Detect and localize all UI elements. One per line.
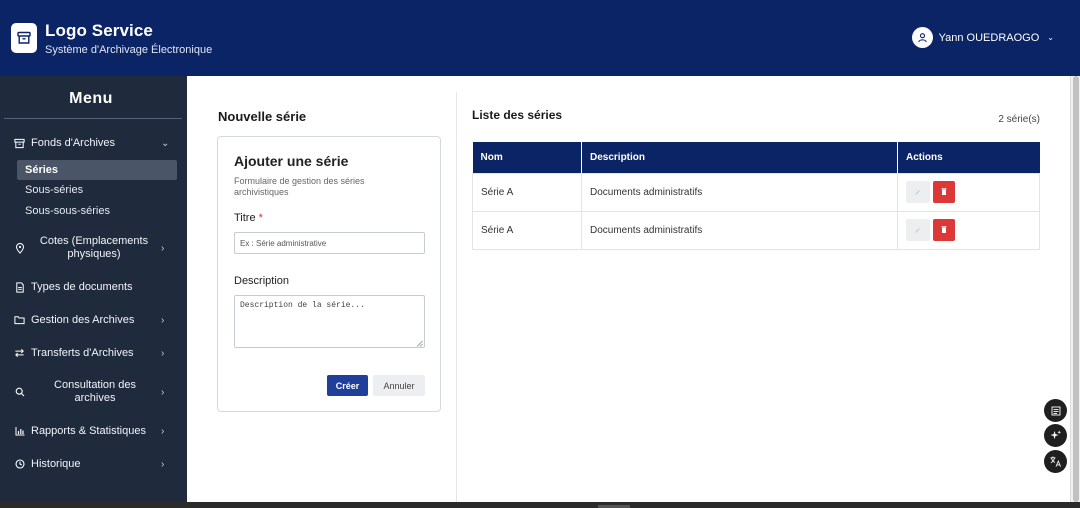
pencil-icon [915,190,920,195]
app-header: Logo Service Système d'Archivage Électro… [0,0,1080,76]
menu-title: Menu [69,90,113,107]
list-title: Liste des séries [472,108,563,122]
sidebar-item-label: Gestion des Archives [31,314,135,326]
user-avatar-icon [911,27,933,48]
sidebar-item-transferts[interactable]: Transferts d'Archives › [0,346,187,360]
table-row: Série A Documents administratifs [472,172,1040,212]
column-divider [456,92,457,502]
folder-icon [14,315,25,326]
chevron-right-icon: › [161,347,165,359]
menu-divider [4,118,182,119]
sidebar-item-types-documents[interactable]: Types de documents [0,280,187,294]
chevron-right-icon: › [161,386,165,398]
sidebar-item-fonds-archives[interactable]: Fonds d'Archives ⌄ [0,136,187,150]
document-icon [14,281,25,293]
edit-button[interactable] [906,219,930,241]
description-textarea[interactable] [234,295,425,348]
chevron-down-icon: ⌄ [161,137,170,149]
location-pin-icon [14,242,25,254]
form-section-title: Nouvelle série [218,109,307,124]
archive-icon [14,138,25,149]
cancel-button[interactable]: Annuler [373,375,425,396]
sidebar-item-label: Rapports & Statistiques [31,425,146,437]
sidebar-item-label: Transferts d'Archives [31,347,134,359]
description-label: Description [234,275,290,287]
archive-logo-icon [11,23,37,53]
sidebar-subitem-series[interactable]: Séries [17,160,177,180]
list-tool-button[interactable] [1044,399,1067,422]
scrollbar-thumb[interactable] [1073,76,1079,502]
table-row: Série A Documents administratifs [472,210,1040,250]
sidebar-item-label: Consultation des archives [54,379,136,404]
bottom-bar [0,502,1080,508]
vertical-scrollbar[interactable] [1070,76,1080,502]
sidebar-subitem-sous-series[interactable]: Sous-séries [17,180,177,200]
sidebar-item-label: Fonds d'Archives [31,137,116,149]
pencil-icon [915,228,920,233]
app-title: Logo Service [45,21,153,40]
sidebar-item-gestion-archives[interactable]: Gestion des Archives › [0,313,187,327]
series-table: Nom Description Actions Série A Document… [472,142,1040,250]
delete-button[interactable] [933,219,955,241]
sidebar-item-historique[interactable]: Historique › [0,457,187,471]
sidebar-item-label: Cotes (Emplacements physiques) [39,235,149,260]
sidebar-item-label: Historique [31,458,81,470]
clock-icon [14,459,25,470]
column-header-nom: Nom [472,142,582,173]
sparkle-icon [1050,430,1062,440]
cell-actions [897,210,1040,250]
table-header-row: Nom Description Actions [472,142,1040,173]
cell-description: Documents administratifs [581,172,898,212]
delete-button[interactable] [933,181,955,203]
resize-grip-icon[interactable] [416,340,423,347]
sidebar-subitem-sous-sous-series[interactable]: Sous-sous-séries [17,201,177,221]
trash-icon [941,226,947,233]
create-button[interactable]: Créer [327,375,368,396]
card-title: Ajouter une série [234,153,349,169]
card-description: Formulaire de gestion des séries archivi… [234,176,365,197]
chevron-down-icon: ⌄ [1047,33,1054,42]
title-input[interactable] [234,232,425,254]
series-count: 2 série(s) [998,114,1040,125]
ai-sparkle-button[interactable] [1044,424,1067,447]
chevron-right-icon: › [161,425,165,437]
search-icon [14,387,25,398]
column-header-description: Description [581,142,898,173]
chevron-right-icon: › [161,242,165,254]
cell-nom: Série A [472,210,582,250]
add-series-card: Ajouter une série Formulaire de gestion … [217,136,441,412]
transfer-icon [14,348,25,359]
list-icon [1051,406,1060,415]
app-subtitle: Système d'Archivage Électronique [45,44,213,56]
sidebar-item-label: Types de documents [31,281,133,293]
chevron-right-icon: › [161,458,165,470]
column-header-actions: Actions [897,142,1040,173]
cell-nom: Série A [472,172,582,212]
edit-button[interactable] [906,181,930,203]
cell-actions [897,172,1040,212]
sidebar-item-rapports[interactable]: Rapports & Statistiques › [0,424,187,438]
sidebar-item-consultation[interactable]: Consultation des archives › [0,378,187,406]
bar-chart-icon [14,426,25,437]
user-menu[interactable]: Yann OUEDRAOGO ⌄ [911,27,1054,48]
required-marker: * [258,212,263,224]
translate-button[interactable] [1044,450,1067,473]
chevron-right-icon: › [161,314,165,326]
trash-icon [941,188,947,195]
title-label: Titre * [234,212,263,224]
cell-description: Documents administratifs [581,210,898,250]
translate-icon [1050,456,1061,467]
user-name: Yann OUEDRAOGO [938,31,1040,44]
sidebar: Menu Fonds d'Archives ⌄ Séries Sous-séri… [0,76,187,508]
sidebar-item-cotes[interactable]: Cotes (Emplacements physiques) › [0,234,187,262]
